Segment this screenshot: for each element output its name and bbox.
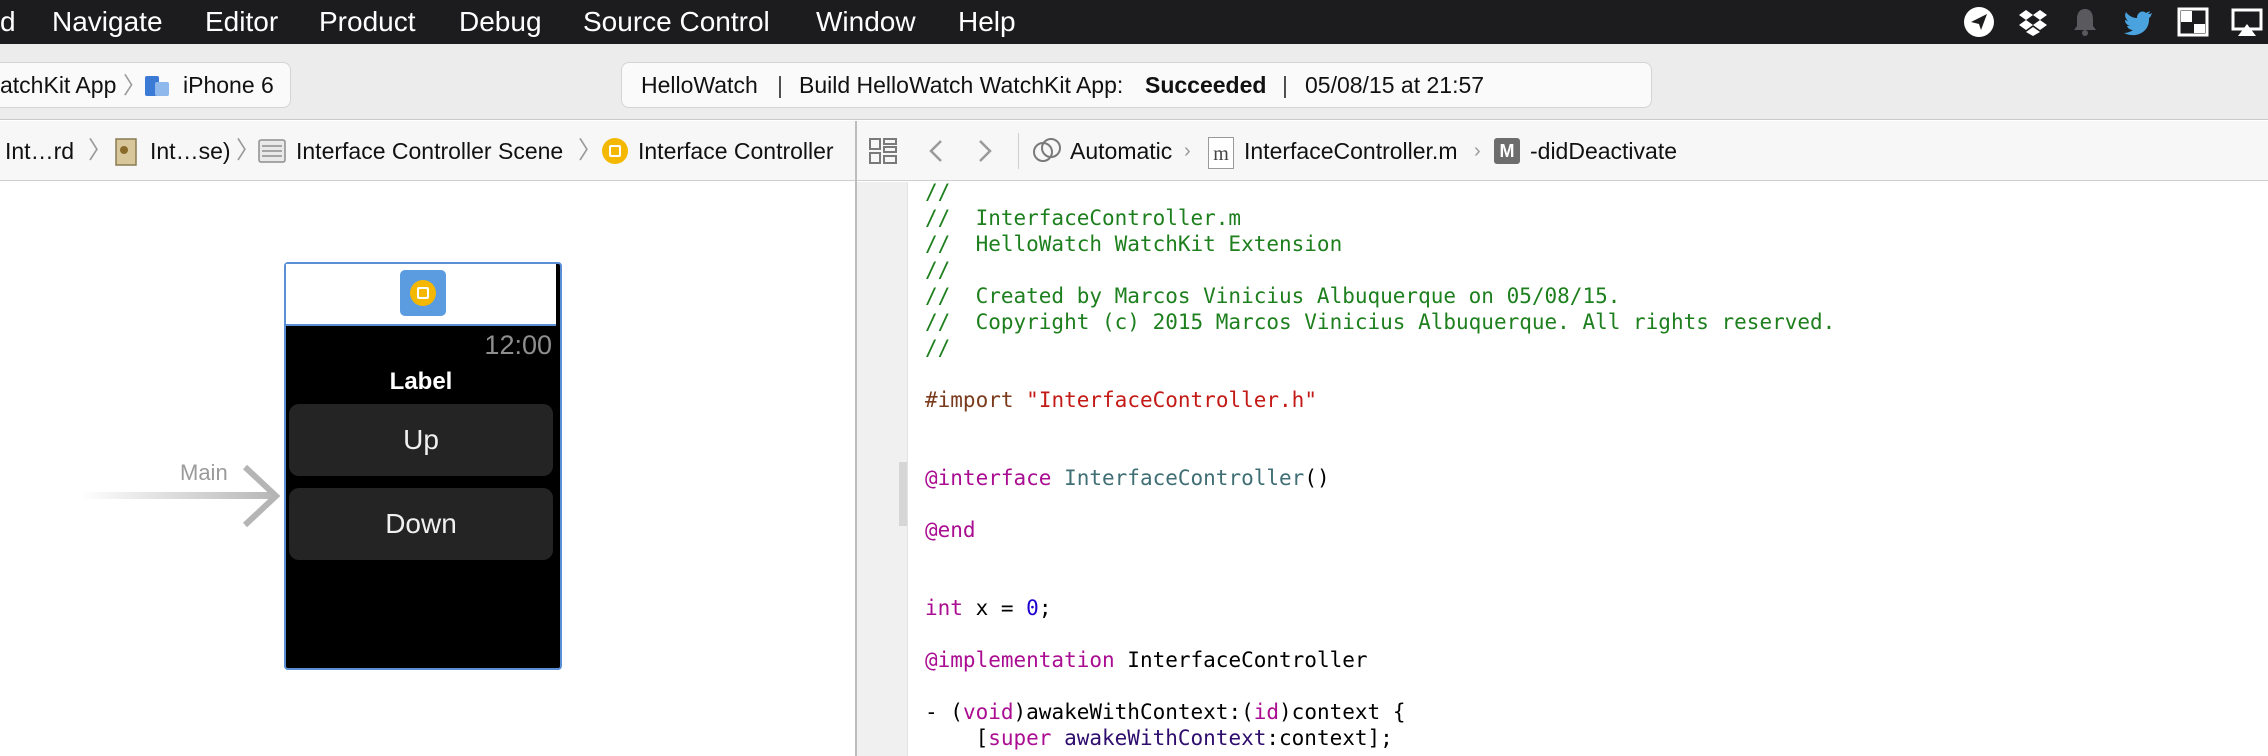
entry-point-label: Main [180,460,228,485]
chevron-right-icon: › [1474,140,1481,162]
storyboard-canvas[interactable]: Main 12:00 Label Up Down [0,182,855,756]
code-line-implementation: @implementation InterfaceController [925,647,1368,673]
method-suffix: )context { [1279,700,1406,724]
dropbox-icon[interactable] [2016,5,2050,39]
activity-status: HelloWatch | Build HelloWatch WatchKit A… [621,62,1652,108]
watch-interface[interactable]: 12:00 Label Up Down [284,262,562,670]
controller-icon [602,138,628,164]
device-icon [145,76,169,96]
menu-item-source-control[interactable]: Source Control [583,0,770,44]
super-keyword: super [988,726,1052,750]
divider [1018,133,1019,169]
forward-arrow-icon[interactable] [975,139,995,163]
impl-class-name: InterfaceController [1114,648,1368,672]
scene-dock [286,264,556,326]
status-build-text: Build HelloWatch WatchKit App: [799,72,1124,98]
storyboard-file-icon [115,138,137,166]
menu-item-editor[interactable]: Editor [205,0,278,44]
status-separator: | [777,72,783,98]
breadcrumb-controller[interactable]: Interface Controller [638,121,834,181]
status-project: HelloWatch [641,72,758,98]
semicolon: ; [1038,596,1052,620]
menu-item-debug[interactable]: Debug [459,0,542,44]
code-editor[interactable]: // // InterfaceController.m // HelloWatc… [857,180,2268,756]
status-result: Succeeded [1145,72,1267,98]
toolbar: atchKit App 〉 iPhone 6 HelloWatch | Buil… [0,44,2268,120]
related-items-icon[interactable] [868,137,898,165]
code-line-method: - (void)awakeWithContext:(id)context { [925,699,1405,725]
assistant-icon [1033,138,1061,162]
back-arrow-icon[interactable] [926,139,946,163]
method-name: )awakeWithContext:( [1013,700,1254,724]
code-comment: // [925,336,951,360]
code-comment: // Copyright (c) 2015 Marcos Vinicius Al… [925,310,1836,334]
jump-bar-storyboard: Int…rd 〉 Int…se) 〉 Interface Controller … [0,121,855,181]
scene-icon [258,139,286,163]
code-line-import: #import "InterfaceController.h" [925,387,1317,413]
assistant-mode[interactable]: Automatic [1070,121,1172,181]
chevron-right-icon: 〉 [88,137,112,164]
scheme-selector[interactable]: atchKit App 〉 iPhone 6 [0,62,291,108]
code-comment: // InterfaceController.m [925,206,1242,230]
bell-icon[interactable] [2068,5,2102,39]
source-file-icon: m [1208,137,1234,169]
menu-bar: d Navigate Editor Product Debug Source C… [0,0,2268,44]
import-directive: #import [925,388,1014,412]
code-comment: // Created by Marcos Vinicius Albuquerqu… [925,284,1621,308]
int-keyword: int [925,596,963,620]
import-string: "InterfaceController.h" [1026,388,1317,412]
code-comment: // [925,258,951,282]
twitter-icon[interactable] [2121,5,2155,39]
menu-item-navigate[interactable]: Navigate [52,0,163,44]
id-keyword: id [1253,700,1280,724]
send-icon[interactable] [1962,5,1996,39]
super-method: awakeWithContext [1051,726,1267,750]
method-prefix: - ( [925,700,963,724]
code-comment: // HelloWatch WatchKit Extension [925,232,1343,256]
breadcrumb-method[interactable]: -didDeactivate [1530,121,1677,181]
breadcrumb-file[interactable]: InterfaceController.m [1244,121,1457,181]
end-keyword: @end [925,518,976,542]
implementation-keyword: @implementation [925,648,1115,672]
void-keyword: void [962,700,1014,724]
code-fold-ribbon[interactable] [899,462,907,526]
menu-item-product[interactable]: Product [319,0,416,44]
menu-item-file[interactable]: d [0,0,16,44]
super-args: :context]; [1266,726,1393,750]
method-icon: M [1494,138,1520,164]
controller-dock-icon[interactable] [400,270,446,316]
number-literal: 0 [1026,596,1039,620]
breadcrumb-storyboard[interactable]: Int…rd [5,121,74,181]
chevron-right-icon: 〉 [578,137,602,164]
code-line-super: [super awakeWithContext:context]; [925,725,1393,751]
status-separator: | [1282,72,1288,98]
chevron-right-icon: › [1184,140,1191,162]
window-icon[interactable] [2176,5,2210,39]
code-comment: // [925,180,951,204]
code-line-end: @end [925,517,976,543]
breadcrumb-scene[interactable]: Interface Controller Scene [296,121,563,181]
airplay-icon[interactable] [2230,5,2264,39]
class-name: InterfaceController [1064,466,1305,490]
controller-icon [410,280,436,306]
jump-bar-editor: Automatic › m InterfaceController.m › M … [856,121,2268,181]
menu-item-help[interactable]: Help [958,0,1016,44]
device-name: iPhone 6 [183,72,274,98]
code-line-interface: @interface InterfaceController() [925,465,1330,491]
chevron-right-icon: 〉 [236,137,260,164]
watch-label[interactable]: Label [286,368,556,396]
interface-keyword: @interface [925,466,1052,490]
breadcrumb-base[interactable]: Int…se) [150,121,231,181]
up-button[interactable]: Up [289,404,553,476]
status-timestamp: 05/08/15 at 21:57 [1305,72,1485,98]
down-button[interactable]: Down [289,488,553,560]
code-line-variable: int x = 0; [925,595,1051,621]
variable-declaration: x = [962,596,1027,620]
super-open: [ [925,726,989,750]
parens: () [1304,466,1330,490]
watch-time: 12:00 [484,330,552,360]
menu-item-window[interactable]: Window [816,0,916,44]
scheme-name: atchKit App [0,72,117,98]
